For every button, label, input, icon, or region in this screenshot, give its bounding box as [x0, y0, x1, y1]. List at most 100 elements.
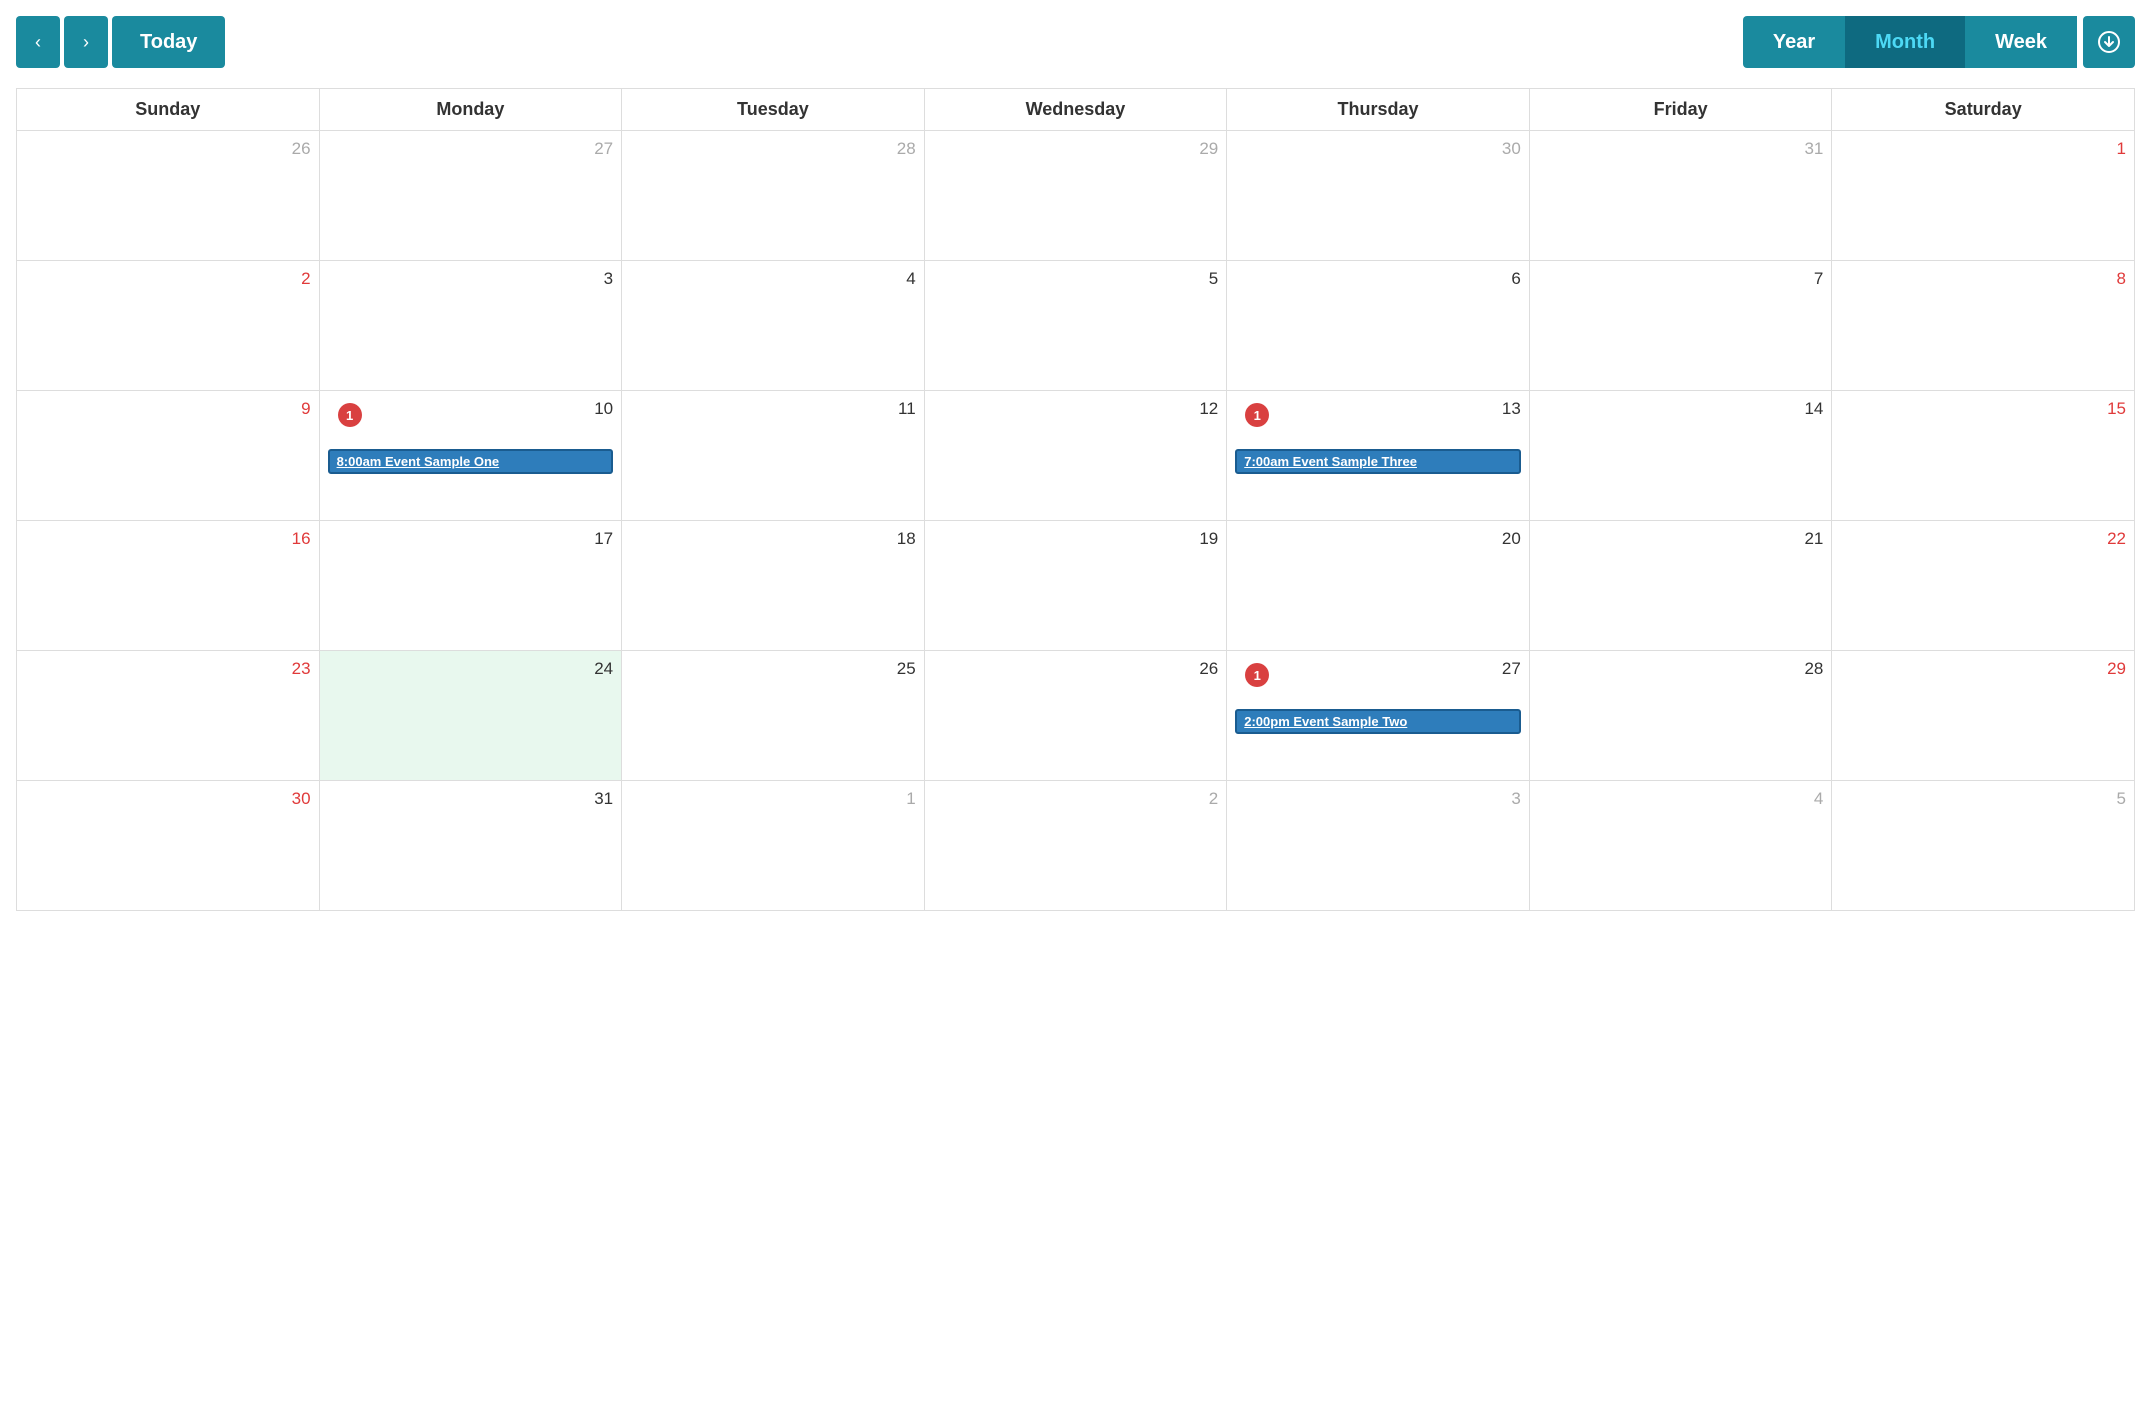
- calendar-day-cell[interactable]: 28: [622, 131, 925, 261]
- day-cell-inner: 2: [25, 267, 311, 384]
- day-number: 8: [1840, 267, 2126, 291]
- calendar-week-row: 91018:00am Event Sample One11121317:00am…: [17, 391, 2135, 521]
- day-cell-inner: 21: [1538, 527, 1824, 644]
- day-number: 26: [25, 137, 311, 161]
- calendar-day-cell[interactable]: 6: [1227, 261, 1530, 391]
- calendar-day-cell[interactable]: 24: [319, 651, 622, 781]
- toolbar-left: ‹ › Today: [16, 16, 225, 68]
- day-number: 30: [25, 787, 311, 811]
- calendar-day-cell[interactable]: 3: [319, 261, 622, 391]
- day-header-sunday: Sunday: [17, 89, 320, 131]
- toolbar: ‹ › Today Year Month Week: [16, 16, 2135, 68]
- calendar-day-cell[interactable]: 25: [622, 651, 925, 781]
- calendar-day-cell[interactable]: 1018:00am Event Sample One: [319, 391, 622, 521]
- calendar-day-cell[interactable]: 26: [17, 131, 320, 261]
- calendar-day-cell[interactable]: 5: [924, 261, 1227, 391]
- calendar-day-cell[interactable]: 17: [319, 521, 622, 651]
- calendar-day-cell[interactable]: 7: [1529, 261, 1832, 391]
- day-number: 27: [1235, 657, 1521, 681]
- prev-button[interactable]: ‹: [16, 16, 60, 68]
- year-view-button[interactable]: Year: [1743, 16, 1845, 68]
- calendar-event[interactable]: 7:00am Event Sample Three: [1235, 449, 1521, 474]
- calendar-day-cell[interactable]: 16: [17, 521, 320, 651]
- day-cell-inner: 28: [1538, 657, 1824, 774]
- day-number: 17: [328, 527, 614, 551]
- day-cell-inner: 12: [933, 397, 1219, 514]
- calendar-week-row: 16 17 18 19202122: [17, 521, 2135, 651]
- day-cell-inner: 20: [1235, 527, 1521, 644]
- day-cell-inner: 6: [1235, 267, 1521, 384]
- calendar-day-cell[interactable]: 27: [319, 131, 622, 261]
- toolbar-right: Year Month Week: [1743, 16, 2135, 68]
- day-number: 28: [1538, 657, 1824, 681]
- calendar-day-cell[interactable]: 14: [1529, 391, 1832, 521]
- week-view-button[interactable]: Week: [1965, 16, 2077, 68]
- day-number: 1: [630, 787, 916, 811]
- calendar-week-row: 30 31 12345: [17, 781, 2135, 911]
- calendar-day-cell[interactable]: 23: [17, 651, 320, 781]
- day-number: 30: [1235, 137, 1521, 161]
- calendar-day-cell[interactable]: 2: [17, 261, 320, 391]
- calendar-day-cell[interactable]: 12: [924, 391, 1227, 521]
- day-cell-inner: 9: [25, 397, 311, 514]
- calendar-day-cell[interactable]: 30: [17, 781, 320, 911]
- calendar-day-cell[interactable]: 18: [622, 521, 925, 651]
- day-header-tuesday: Tuesday: [622, 89, 925, 131]
- calendar-day-cell[interactable]: 11: [622, 391, 925, 521]
- day-number: 29: [1840, 657, 2126, 681]
- calendar-day-cell[interactable]: 29: [924, 131, 1227, 261]
- calendar-day-cell[interactable]: 26: [924, 651, 1227, 781]
- calendar-day-cell[interactable]: 1: [1832, 131, 2135, 261]
- day-number: 31: [1538, 137, 1824, 161]
- day-header-saturday: Saturday: [1832, 89, 2135, 131]
- day-number: 3: [1235, 787, 1521, 811]
- day-number: 9: [25, 397, 311, 421]
- calendar-week-row: 26 27 28 29 30 31 1: [17, 131, 2135, 261]
- calendar-day-cell[interactable]: 20: [1227, 521, 1530, 651]
- calendar-day-cell[interactable]: 4: [622, 261, 925, 391]
- month-view-button[interactable]: Month: [1845, 16, 1965, 68]
- next-button[interactable]: ›: [64, 16, 108, 68]
- calendar-day-cell[interactable]: 28: [1529, 651, 1832, 781]
- day-number: 5: [1840, 787, 2126, 811]
- calendar-day-cell[interactable]: 31: [1529, 131, 1832, 261]
- day-cell-inner: 31: [328, 787, 614, 904]
- today-button[interactable]: Today: [112, 16, 225, 68]
- day-number: 18: [630, 527, 916, 551]
- calendar-day-cell[interactable]: 2712:00pm Event Sample Two: [1227, 651, 1530, 781]
- calendar-day-cell[interactable]: 15: [1832, 391, 2135, 521]
- day-header-monday: Monday: [319, 89, 622, 131]
- day-number: 27: [328, 137, 614, 161]
- day-header-friday: Friday: [1529, 89, 1832, 131]
- calendar-day-cell[interactable]: 22: [1832, 521, 2135, 651]
- calendar-grid: SundayMondayTuesdayWednesdayThursdayFrid…: [16, 88, 2135, 911]
- calendar-day-cell[interactable]: 3: [1227, 781, 1530, 911]
- day-number: 26: [933, 657, 1219, 681]
- day-number: 14: [1538, 397, 1824, 421]
- calendar-day-cell[interactable]: 2: [924, 781, 1227, 911]
- calendar-day-cell[interactable]: 31: [319, 781, 622, 911]
- calendar-event[interactable]: 2:00pm Event Sample Two: [1235, 709, 1521, 734]
- calendar-day-cell[interactable]: 1317:00am Event Sample Three: [1227, 391, 1530, 521]
- event-count-badge: 1: [338, 403, 362, 427]
- calendar-day-cell[interactable]: 1: [622, 781, 925, 911]
- day-cell-inner: 19: [933, 527, 1219, 644]
- day-number: 4: [1538, 787, 1824, 811]
- calendar-day-cell[interactable]: 30: [1227, 131, 1530, 261]
- calendar-day-cell[interactable]: 5: [1832, 781, 2135, 911]
- day-cell-inner: 29: [933, 137, 1219, 254]
- day-cell-inner: 17: [328, 527, 614, 644]
- calendar-day-cell[interactable]: 21: [1529, 521, 1832, 651]
- day-number: 25: [630, 657, 916, 681]
- calendar-header-row: SundayMondayTuesdayWednesdayThursdayFrid…: [17, 89, 2135, 131]
- day-cell-inner: 27: [328, 137, 614, 254]
- calendar-event[interactable]: 8:00am Event Sample One: [328, 449, 614, 474]
- calendar-day-cell[interactable]: 29: [1832, 651, 2135, 781]
- calendar-day-cell[interactable]: 9: [17, 391, 320, 521]
- calendar-day-cell[interactable]: 8: [1832, 261, 2135, 391]
- day-cell-inner: 29: [1840, 657, 2126, 774]
- calendar-day-cell[interactable]: 19: [924, 521, 1227, 651]
- day-number: 28: [630, 137, 916, 161]
- calendar-day-cell[interactable]: 4: [1529, 781, 1832, 911]
- download-button[interactable]: [2083, 16, 2135, 68]
